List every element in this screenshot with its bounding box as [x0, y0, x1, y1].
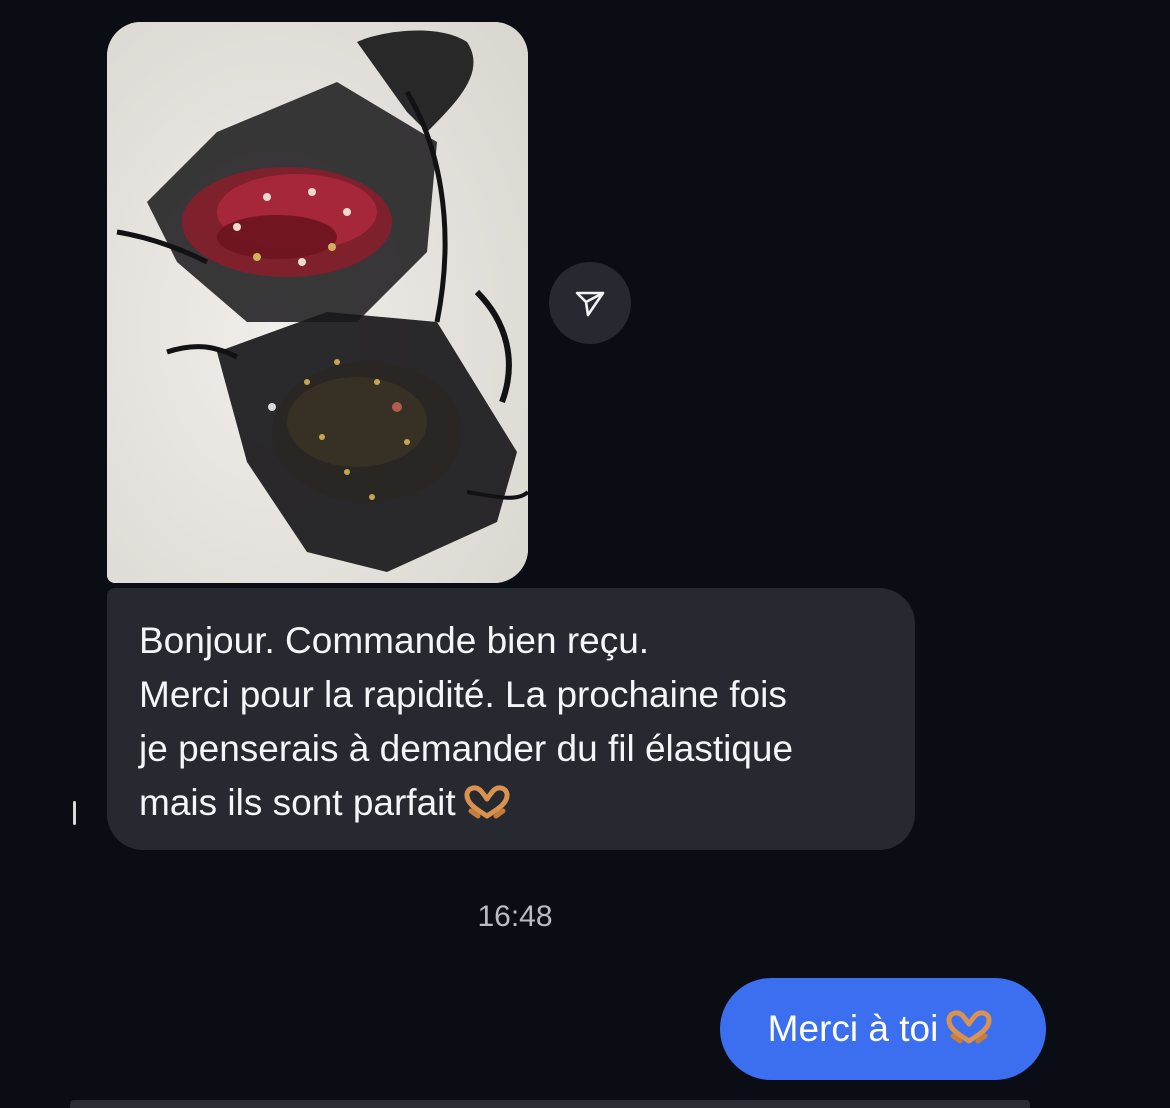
photo-of-bead-pouches	[107, 22, 528, 583]
share-button[interactable]	[549, 262, 631, 344]
sent-message-text: Merci à toi	[767, 1008, 939, 1049]
chat-thread: Bonjour. Commande bien reçu. Merci pour …	[0, 0, 1170, 1108]
composer-edge	[70, 1100, 1030, 1108]
message-line: mais ils sont parfait	[139, 782, 456, 823]
sent-message-bubble[interactable]: Merci à toi	[720, 978, 1046, 1080]
received-photo[interactable]	[107, 22, 528, 583]
message-line-with-emoji: mais ils sont parfait	[139, 776, 885, 834]
message-line: Bonjour. Commande bien reçu.	[139, 620, 650, 661]
message-line: Merci pour la rapidité. La prochaine foi…	[139, 674, 787, 715]
message-line: je penserais à demander du fil élastique	[139, 728, 794, 769]
red-beads	[182, 167, 392, 277]
paper-plane-icon	[575, 291, 605, 317]
message-timestamp: 16:48	[477, 900, 553, 933]
heart-hands-icon	[462, 780, 512, 834]
edge-mark	[73, 801, 76, 825]
received-message-bubble[interactable]: Bonjour. Commande bien reçu. Merci pour …	[107, 588, 915, 850]
heart-hands-icon	[944, 1009, 994, 1049]
